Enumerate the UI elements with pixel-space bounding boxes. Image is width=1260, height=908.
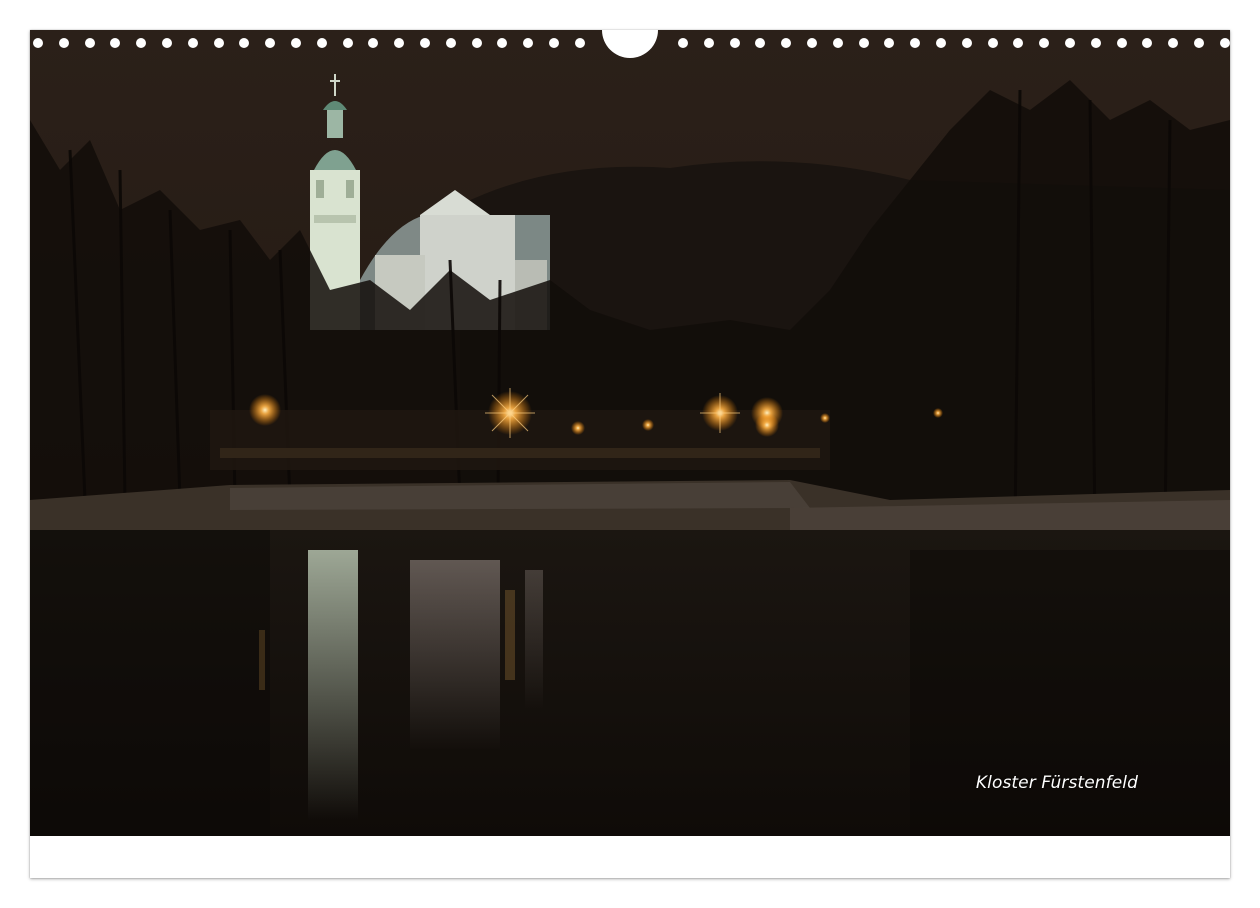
binding-hole-icon bbox=[1194, 38, 1204, 48]
binding-hole-icon bbox=[961, 38, 972, 48]
binding-hole-icon bbox=[33, 38, 43, 48]
binding-hole-icon bbox=[265, 38, 276, 48]
binding-hole-icon bbox=[807, 38, 817, 48]
lit-street bbox=[220, 448, 820, 458]
binding-hole-icon bbox=[574, 38, 585, 48]
binding-hole-icon bbox=[755, 38, 766, 48]
binding-hole-icon bbox=[342, 38, 353, 48]
binding-hole-icon bbox=[471, 38, 482, 48]
binding-hole-icon bbox=[239, 38, 250, 48]
binding-hole-icon bbox=[1065, 38, 1075, 48]
calendar-sheet: Kloster Fürstenfeld bbox=[30, 30, 1230, 878]
night-photo-monastery: Kloster Fürstenfeld bbox=[30, 30, 1230, 836]
binding-hole-icon bbox=[187, 38, 198, 48]
binding-hole-icon bbox=[936, 38, 946, 48]
binding-hole-icon bbox=[703, 38, 714, 48]
binding-hole-icon bbox=[420, 38, 430, 48]
binding-hole-icon bbox=[497, 38, 508, 48]
binding-hole-icon bbox=[1090, 38, 1101, 48]
binding-hole-icon bbox=[1219, 38, 1230, 48]
binding-hole-icon bbox=[910, 38, 921, 48]
binding-hole-icon bbox=[136, 38, 147, 48]
binding-hole-icon bbox=[549, 38, 559, 48]
church-reflection bbox=[410, 560, 500, 750]
binding-hole-icon bbox=[394, 38, 405, 48]
binding-hole-icon bbox=[58, 38, 69, 48]
calendar-page: Kloster Fürstenfeld bbox=[0, 0, 1260, 908]
binding-hole-icon bbox=[316, 38, 327, 48]
binding-hole-icon bbox=[162, 38, 172, 48]
binding-hole-icon bbox=[213, 38, 224, 48]
binding-hole-icon bbox=[1168, 38, 1179, 48]
tower-reflection bbox=[308, 550, 358, 820]
binding-hole-icon bbox=[729, 38, 740, 48]
calendar-footer-strip bbox=[30, 836, 1230, 878]
binding-hole-icon bbox=[987, 38, 998, 48]
binding-hole-icon bbox=[678, 38, 688, 48]
binding-hole-icon bbox=[858, 38, 869, 48]
binding-hole-icon bbox=[110, 38, 121, 48]
binding-hole-icon bbox=[445, 38, 456, 48]
binding-hole-icon bbox=[1116, 38, 1127, 48]
binding-hole-icon bbox=[1013, 38, 1024, 48]
binding-hole-icon bbox=[368, 38, 379, 48]
binding-hole-icon bbox=[523, 38, 534, 48]
binding-hole-icon bbox=[84, 38, 95, 48]
binding-hole-icon bbox=[291, 38, 301, 48]
binding-hole-icon bbox=[1142, 38, 1153, 48]
binding-hole-icon bbox=[1039, 38, 1050, 48]
photo-caption: Kloster Fürstenfeld bbox=[975, 773, 1138, 793]
binding-hole-icon bbox=[884, 38, 895, 48]
binding-hole-icon bbox=[781, 38, 792, 48]
binding-hole-icon bbox=[832, 38, 843, 48]
photo-illustration bbox=[30, 30, 1230, 836]
